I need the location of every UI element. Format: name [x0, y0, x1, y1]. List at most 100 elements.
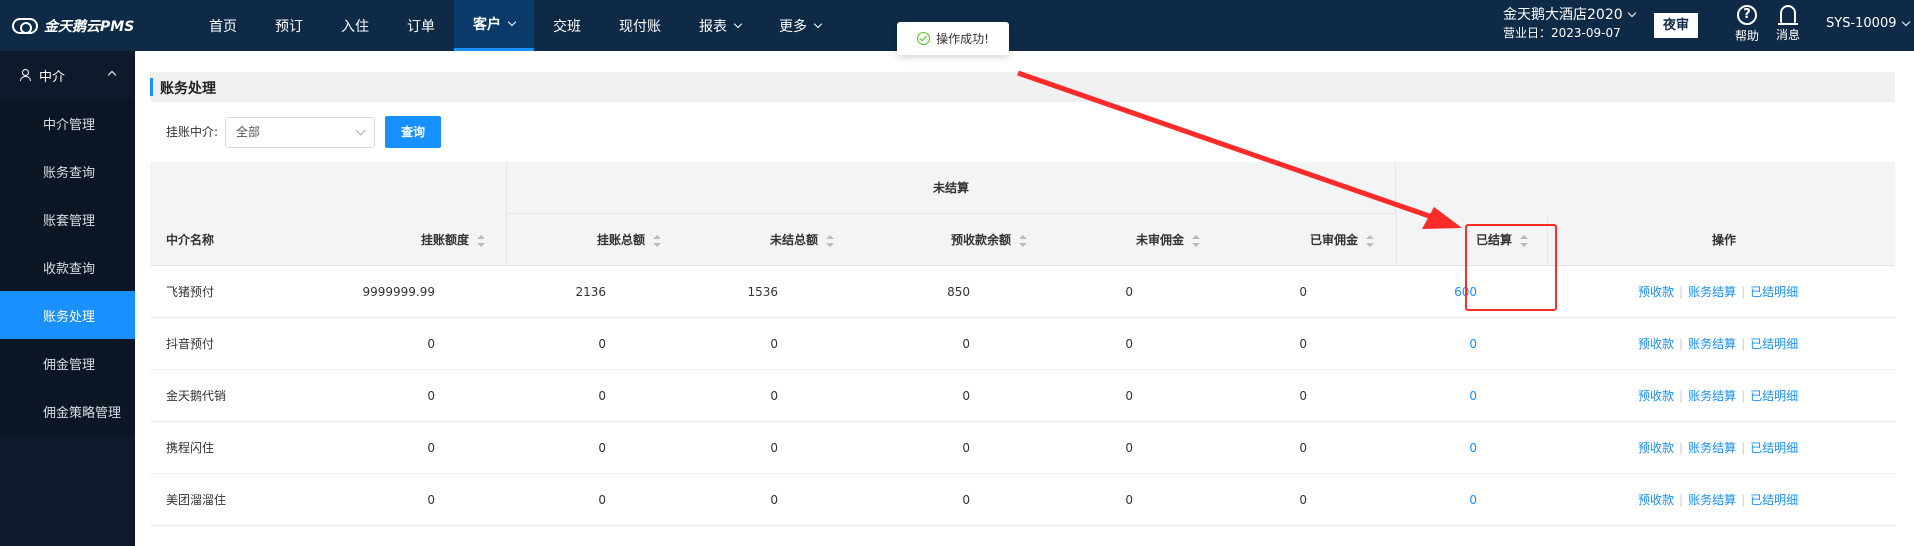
settle-account-link[interactable]: 账务结算 — [1688, 389, 1736, 403]
main-content: 账务处理 挂账中介: 全部 查询 未结算 中介名称 挂账额度 挂账总额 未结总额… — [135, 51, 1914, 546]
sidebar-item-commission-management[interactable]: 佣金管理 — [0, 339, 135, 387]
prepaid-link[interactable]: 预收款 — [1638, 285, 1674, 299]
prepaid-link[interactable]: 预收款 — [1638, 493, 1674, 507]
success-toast: 操作成功! — [897, 22, 1009, 55]
settle-account-link[interactable]: 账务结算 — [1688, 493, 1736, 507]
cell-unreviewed-commission: 0 — [1125, 337, 1133, 351]
nav-home[interactable]: 首页 — [190, 0, 256, 51]
col-label: 挂账额度 — [421, 233, 470, 247]
cell-prepaid-balance: 850 — [947, 285, 970, 299]
sort-icon[interactable] — [477, 234, 486, 247]
night-audit-button[interactable]: 夜审 — [1654, 13, 1698, 38]
sidebar-item-receipt-query[interactable]: 收款查询 — [0, 243, 135, 291]
help-icon: ? — [1737, 5, 1757, 25]
table-row: 美团溜溜住 0 0 0 0 0 0 0 预收款 | 账务结算 | 已结明细 — [150, 474, 1895, 526]
nav-label: 更多 — [779, 18, 807, 35]
business-date: 营业日：2023-09-07 — [1503, 26, 1621, 40]
cell-total-charged: 0 — [598, 441, 606, 455]
messages-label: 消息 — [1775, 28, 1800, 42]
sidebar-item-account-sets[interactable]: 账套管理 — [0, 195, 135, 243]
user-name: SYS-10009 — [1826, 16, 1897, 31]
agency-select[interactable]: 全部 — [225, 117, 375, 148]
nav-shift[interactable]: 交班 — [534, 0, 600, 51]
cell-settled[interactable]: 0 — [1469, 370, 1477, 422]
settled-details-link[interactable]: 已结明细 — [1750, 493, 1798, 507]
nav-checkin[interactable]: 入住 — [322, 0, 388, 51]
cell-settled[interactable]: 0 — [1469, 318, 1477, 370]
nav-label: 订单 — [407, 18, 435, 35]
messages-button[interactable]: 消息 — [1768, 5, 1808, 43]
cell-settled[interactable]: 0 — [1469, 422, 1477, 474]
table-body: 飞猪预付 9999999.99 2136 1536 850 0 0 600 预收款 | 账务结算 | 已… — [150, 266, 1895, 526]
cell-unreviewed-commission: 0 — [1125, 493, 1133, 507]
user-menu[interactable]: SYS-10009 — [1826, 16, 1910, 31]
chevron-down-icon — [813, 19, 823, 28]
cell-total-charged: 2136 — [575, 285, 606, 299]
sort-icon[interactable] — [826, 234, 835, 247]
sort-icon[interactable] — [1520, 234, 1529, 247]
nav-label: 交班 — [553, 18, 581, 35]
cell-reviewed-commission: 0 — [1299, 389, 1307, 403]
col-label: 未审佣金 — [1136, 233, 1185, 247]
col-label: 中介名称 — [166, 233, 215, 247]
row-actions: 预收款 | 账务结算 | 已结明细 — [1638, 422, 1798, 474]
settled-details-link[interactable]: 已结明细 — [1750, 441, 1798, 455]
nav-reports[interactable]: 报表 — [680, 0, 760, 51]
prepaid-link[interactable]: 预收款 — [1638, 337, 1674, 351]
sort-icon[interactable] — [1192, 234, 1201, 247]
hotel-selector[interactable]: 金天鹅大酒店2020 营业日：2023-09-07 — [1503, 6, 1636, 42]
column-divider — [1396, 214, 1397, 266]
cell-unsettled-total: 0 — [770, 441, 778, 455]
nav-label: 预订 — [275, 18, 303, 35]
logo-text: 金天鹅云PMS — [44, 18, 135, 35]
person-icon — [20, 69, 31, 81]
cell-settled[interactable]: 600 — [1454, 266, 1477, 318]
settle-account-link[interactable]: 账务结算 — [1688, 337, 1736, 351]
action-separator: | — [1679, 389, 1684, 403]
cell-settled[interactable]: 0 — [1469, 474, 1477, 526]
cell-unsettled-total: 0 — [770, 493, 778, 507]
nav-customers[interactable]: 客户 — [454, 0, 534, 51]
settled-details-link[interactable]: 已结明细 — [1750, 389, 1798, 403]
nav-cash-account[interactable]: 现付账 — [600, 0, 680, 51]
settled-details-link[interactable]: 已结明细 — [1750, 337, 1798, 351]
col-unreviewed-commission[interactable]: 未审佣金 — [1136, 214, 1201, 266]
col-settled[interactable]: 已结算 — [1476, 214, 1529, 266]
sidebar-item-agency-management[interactable]: 中介管理 — [0, 99, 135, 147]
sort-icon[interactable] — [1366, 234, 1375, 247]
settle-account-link[interactable]: 账务结算 — [1688, 441, 1736, 455]
cell-total-charged: 0 — [598, 493, 606, 507]
app-logo[interactable]: 金天鹅云PMS — [0, 16, 190, 36]
col-label: 挂账总额 — [597, 233, 646, 247]
sort-icon[interactable] — [1019, 234, 1028, 247]
query-button[interactable]: 查询 — [385, 116, 441, 148]
col-total-charged[interactable]: 挂账总额 — [597, 214, 662, 266]
sort-icon[interactable] — [653, 234, 662, 247]
accounts-table: 未结算 中介名称 挂账额度 挂账总额 未结总额 预收款余额 未审佣金 已审佣金 … — [150, 162, 1895, 526]
cell-total-charged: 0 — [598, 337, 606, 351]
sidebar-group-agency[interactable]: 中介 — [0, 51, 135, 99]
col-reviewed-commission[interactable]: 已审佣金 — [1310, 214, 1375, 266]
action-separator: | — [1679, 441, 1684, 455]
col-prepaid-balance[interactable]: 预收款余额 — [951, 214, 1028, 266]
nav-booking[interactable]: 预订 — [256, 0, 322, 51]
settled-details-link[interactable]: 已结明细 — [1750, 285, 1798, 299]
nav-more[interactable]: 更多 — [760, 0, 840, 51]
nav-orders[interactable]: 订单 — [388, 0, 454, 51]
table-header: 未结算 中介名称 挂账额度 挂账总额 未结总额 预收款余额 未审佣金 已审佣金 … — [150, 162, 1895, 266]
sidebar-item-commission-strategy[interactable]: 佣金策略管理 — [0, 387, 135, 435]
settle-account-link[interactable]: 账务结算 — [1688, 285, 1736, 299]
sidebar-item-account-processing[interactable]: 账务处理 — [0, 291, 135, 339]
cell-credit-limit: 0 — [427, 389, 435, 403]
col-unsettled-total[interactable]: 未结总额 — [770, 214, 835, 266]
sidebar: 中介 中介管理 账务查询 账套管理 收款查询 账务处理 佣金管理 佣金策略管理 — [0, 51, 135, 546]
prepaid-link[interactable]: 预收款 — [1638, 441, 1674, 455]
prepaid-link[interactable]: 预收款 — [1638, 389, 1674, 403]
sidebar-item-account-query[interactable]: 账务查询 — [0, 147, 135, 195]
help-button[interactable]: ? 帮助 — [1727, 5, 1767, 44]
col-credit-limit[interactable]: 挂账额度 — [421, 214, 486, 266]
col-label: 已结算 — [1476, 233, 1513, 247]
action-separator: | — [1679, 337, 1684, 351]
toast-message: 操作成功! — [936, 32, 989, 46]
chevron-down-icon — [1627, 8, 1636, 18]
